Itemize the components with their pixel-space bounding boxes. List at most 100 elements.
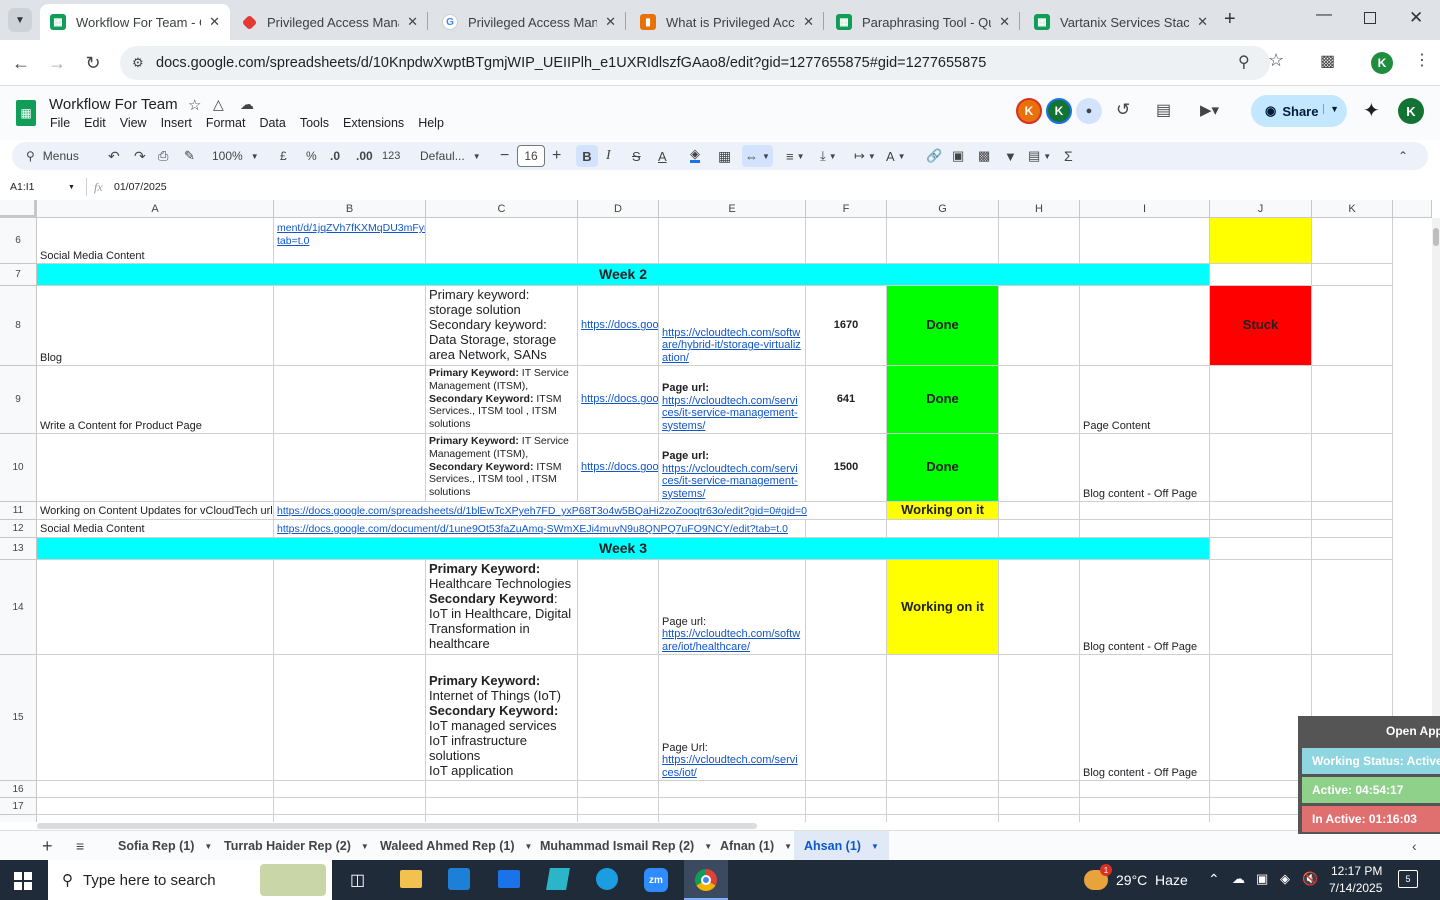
percent-button[interactable]: % [306,147,317,165]
address-bar[interactable]: ⚙ docs.google.com/spreadsheets/d/10Knpdw… [120,46,1270,80]
cell-i9[interactable]: Page Content [1080,366,1210,434]
taskbar-search-box[interactable]: ⚲ Type here to search [48,860,332,900]
cell-e6[interactable] [659,218,806,264]
cell-i14[interactable]: Blog content - Off Page [1080,560,1210,655]
merge-cells-button[interactable]: ⇔ ▼ [742,145,773,167]
row-header[interactable]: 7 [0,264,37,286]
cell-k7[interactable] [1312,264,1393,286]
new-tab-button[interactable]: + [1224,8,1236,31]
cell-c9[interactable]: Primary Keyword: IT Service Management (… [426,366,578,434]
cell-k12[interactable] [1312,520,1393,538]
browser-tab-4[interactable]: ▮ What is Privileged Acce ✕ [630,4,824,40]
font-size-decrease[interactable]: − [500,147,509,165]
site-info-icon[interactable]: ⚙ [132,55,144,71]
cell-j10[interactable] [1210,434,1312,502]
cell-f6[interactable] [806,218,887,264]
cell-c8[interactable]: Primary keyword: storage solution Second… [426,286,578,366]
collaborator-avatar[interactable]: K [1016,98,1042,124]
close-icon[interactable]: ✕ [1197,14,1208,30]
cloud-status-icon[interactable]: ☁ [240,96,254,113]
menu-data[interactable]: Data [259,116,285,130]
cell-e15[interactable]: Page Url: https://vcloudtech.com/services… [659,655,806,781]
show-hidden-icons[interactable]: ⌃ [1208,871,1220,888]
cell-h11[interactable] [999,502,1080,520]
cell-i6[interactable] [1080,218,1210,264]
extensions-icon[interactable]: ▩ [1320,51,1335,71]
cell-j12[interactable] [1210,520,1312,538]
cell-e14[interactable]: Page url: https://vcloudtech.com/software… [659,560,806,655]
sheet-tab-turrab[interactable]: Turrab Haider Rep (2) ▼ [224,831,369,861]
close-icon[interactable]: ✕ [999,14,1010,30]
file-explorer-icon[interactable] [400,870,422,888]
column-header-j[interactable]: J [1210,200,1312,218]
borders-button[interactable]: ▦ [718,147,731,165]
text-color-button[interactable]: A [658,147,667,165]
menu-file[interactable]: File [50,116,70,130]
sheets-logo[interactable]: ▦ [16,100,36,126]
text-rotation-button[interactable]: A ▼ [886,147,906,165]
currency-button[interactable]: £ [280,147,287,165]
task-view-icon[interactable]: ◫ [350,870,365,890]
column-header-h[interactable]: H [999,200,1080,218]
chevron-down-icon[interactable]: ▼ [204,842,212,851]
horizontal-scrollbar[interactable] [37,822,1432,830]
fill-color-button[interactable]: ◈ [690,146,700,163]
cell-f10[interactable]: 1500 [806,434,887,502]
cell-k8[interactable] [1312,286,1393,366]
browser-menu-icon[interactable]: ⋮ [1414,50,1430,70]
browser-tab-workflow[interactable]: ▦ Workflow For Team - Go ✕ [40,4,230,40]
column-header-f[interactable]: F [806,200,887,218]
cell-a8[interactable]: Blog [37,286,274,366]
row-header[interactable]: 11 [0,502,37,520]
column-header-k[interactable]: K [1312,200,1393,218]
browser-tab-6[interactable]: ▦ Vartanix Services Stack ✕ [1024,4,1218,40]
cell-h14[interactable] [999,560,1080,655]
menu-format[interactable]: Format [206,116,246,130]
collaborator-avatar[interactable]: K [1046,98,1072,124]
chrome-icon[interactable] [684,860,728,900]
cell-e9[interactable]: Page url: https://vcloudtech.com/services… [659,366,806,434]
notification-icon[interactable]: 5 [1398,870,1418,888]
open-app-button[interactable]: Open App [1386,724,1440,738]
cell-k9[interactable] [1312,366,1393,434]
app-icon[interactable] [546,868,570,890]
status-working[interactable]: Working on it [887,502,999,520]
cell-f12[interactable] [806,520,887,538]
functions-icon[interactable]: Σ [1064,147,1073,165]
row-header[interactable]: 13 [0,538,37,560]
formula-input[interactable]: 01/07/2025 [114,181,167,193]
cell-k10[interactable] [1312,434,1393,502]
cell-h9[interactable] [999,366,1080,434]
name-box[interactable]: A1:I1 ▼ [10,181,76,193]
status-stuck[interactable]: Stuck [1210,286,1312,366]
reload-button[interactable]: ↻ [80,50,106,76]
chevron-down-icon[interactable]: ▼ [704,842,712,851]
move-icon[interactable]: △ [213,96,224,113]
close-icon[interactable]: ✕ [407,14,418,30]
sheet-tab-ismail[interactable]: Muhammad Ismail Rep (2) ▼ [540,831,712,861]
collapse-sidebar-icon[interactable]: ‹ [1412,831,1417,861]
font-size-input[interactable]: 16 [517,145,545,167]
cell-g15[interactable] [887,655,999,781]
row-16-cells[interactable] [37,781,1393,798]
row-header[interactable]: 9 [0,366,37,434]
row-header[interactable]: 6 [0,218,37,264]
cell-k11[interactable] [1312,502,1393,520]
collapse-toolbar-icon[interactable]: ⌃ [1398,147,1408,165]
row-header[interactable] [0,815,37,822]
menu-extensions[interactable]: Extensions [343,116,404,130]
column-header-d[interactable]: D [578,200,659,218]
cell-j6[interactable] [1210,218,1312,264]
minimize-button[interactable]: — [1316,6,1332,24]
increase-decimal-button[interactable]: .00 [356,147,373,165]
account-avatar[interactable]: K [1398,98,1424,124]
cell-i11[interactable] [1080,502,1210,520]
cell-a6[interactable]: Social Media Content [37,218,274,264]
tab-search-button[interactable]: ▼ [8,8,32,32]
cell-k14[interactable] [1312,560,1393,655]
cell-d6[interactable] [578,218,659,264]
sheet-tab-waleed[interactable]: Waleed Ahmed Rep (1) ▼ [380,831,532,861]
menu-tools[interactable]: Tools [300,116,329,130]
restore-button[interactable] [1364,12,1376,24]
meet-icon[interactable]: ▶▾ [1200,101,1219,119]
